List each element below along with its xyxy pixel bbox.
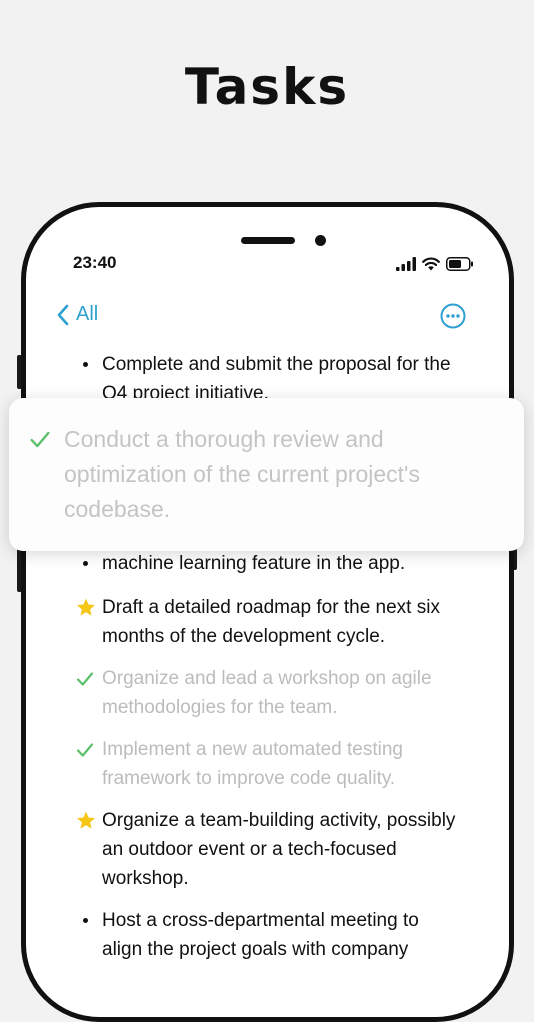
checkmark-icon — [76, 664, 102, 693]
page-title: Tasks — [184, 58, 350, 116]
task-item[interactable]: machine learning feature in the app. — [76, 549, 456, 578]
phone-frame: 23:40 All Complete and submit the propos… — [21, 202, 514, 1022]
task-text: Organize a team-building activity, possi… — [102, 810, 456, 889]
speaker-grille — [241, 237, 295, 244]
back-button[interactable]: All — [56, 303, 98, 326]
task-text: machine learning feature in the app. — [102, 553, 406, 574]
checkmark-icon — [76, 735, 102, 764]
dragged-task-text: Conduct a thorough review and optimizati… — [64, 426, 420, 522]
task-item[interactable]: Implement a new automated testing framew… — [76, 735, 456, 793]
task-text: Implement a new automated testing framew… — [102, 739, 404, 789]
checkmark-icon — [29, 422, 64, 457]
bullet-marker — [76, 906, 102, 935]
back-button-label: All — [76, 303, 99, 325]
task-item[interactable]: Organize and lead a workshop on agile me… — [76, 664, 456, 722]
task-item[interactable]: Organize a team-building activity, possi… — [76, 806, 456, 893]
task-text: Host a cross-departmental meeting to ali… — [102, 910, 419, 960]
star-icon — [76, 593, 102, 622]
task-text: Organize and lead a workshop on agile me… — [102, 668, 432, 718]
chevron-left-icon — [57, 304, 69, 325]
cellular-signal-icon — [396, 257, 416, 271]
star-icon — [76, 806, 102, 835]
status-time: 23:40 — [73, 253, 117, 272]
bullet-marker — [76, 549, 102, 578]
dragged-task-card[interactable]: Conduct a thorough review and optimizati… — [9, 398, 524, 551]
task-item[interactable]: Host a cross-departmental meeting to ali… — [76, 906, 456, 964]
status-icons — [396, 255, 474, 271]
bullet-marker — [76, 350, 102, 379]
front-camera — [315, 235, 326, 246]
task-item[interactable]: Draft a detailed roadmap for the next si… — [76, 593, 456, 651]
wifi-icon — [422, 257, 440, 271]
task-text: Draft a detailed roadmap for the next si… — [102, 597, 440, 647]
ellipsis-circle-icon[interactable] — [440, 303, 466, 329]
battery-icon — [446, 257, 473, 271]
